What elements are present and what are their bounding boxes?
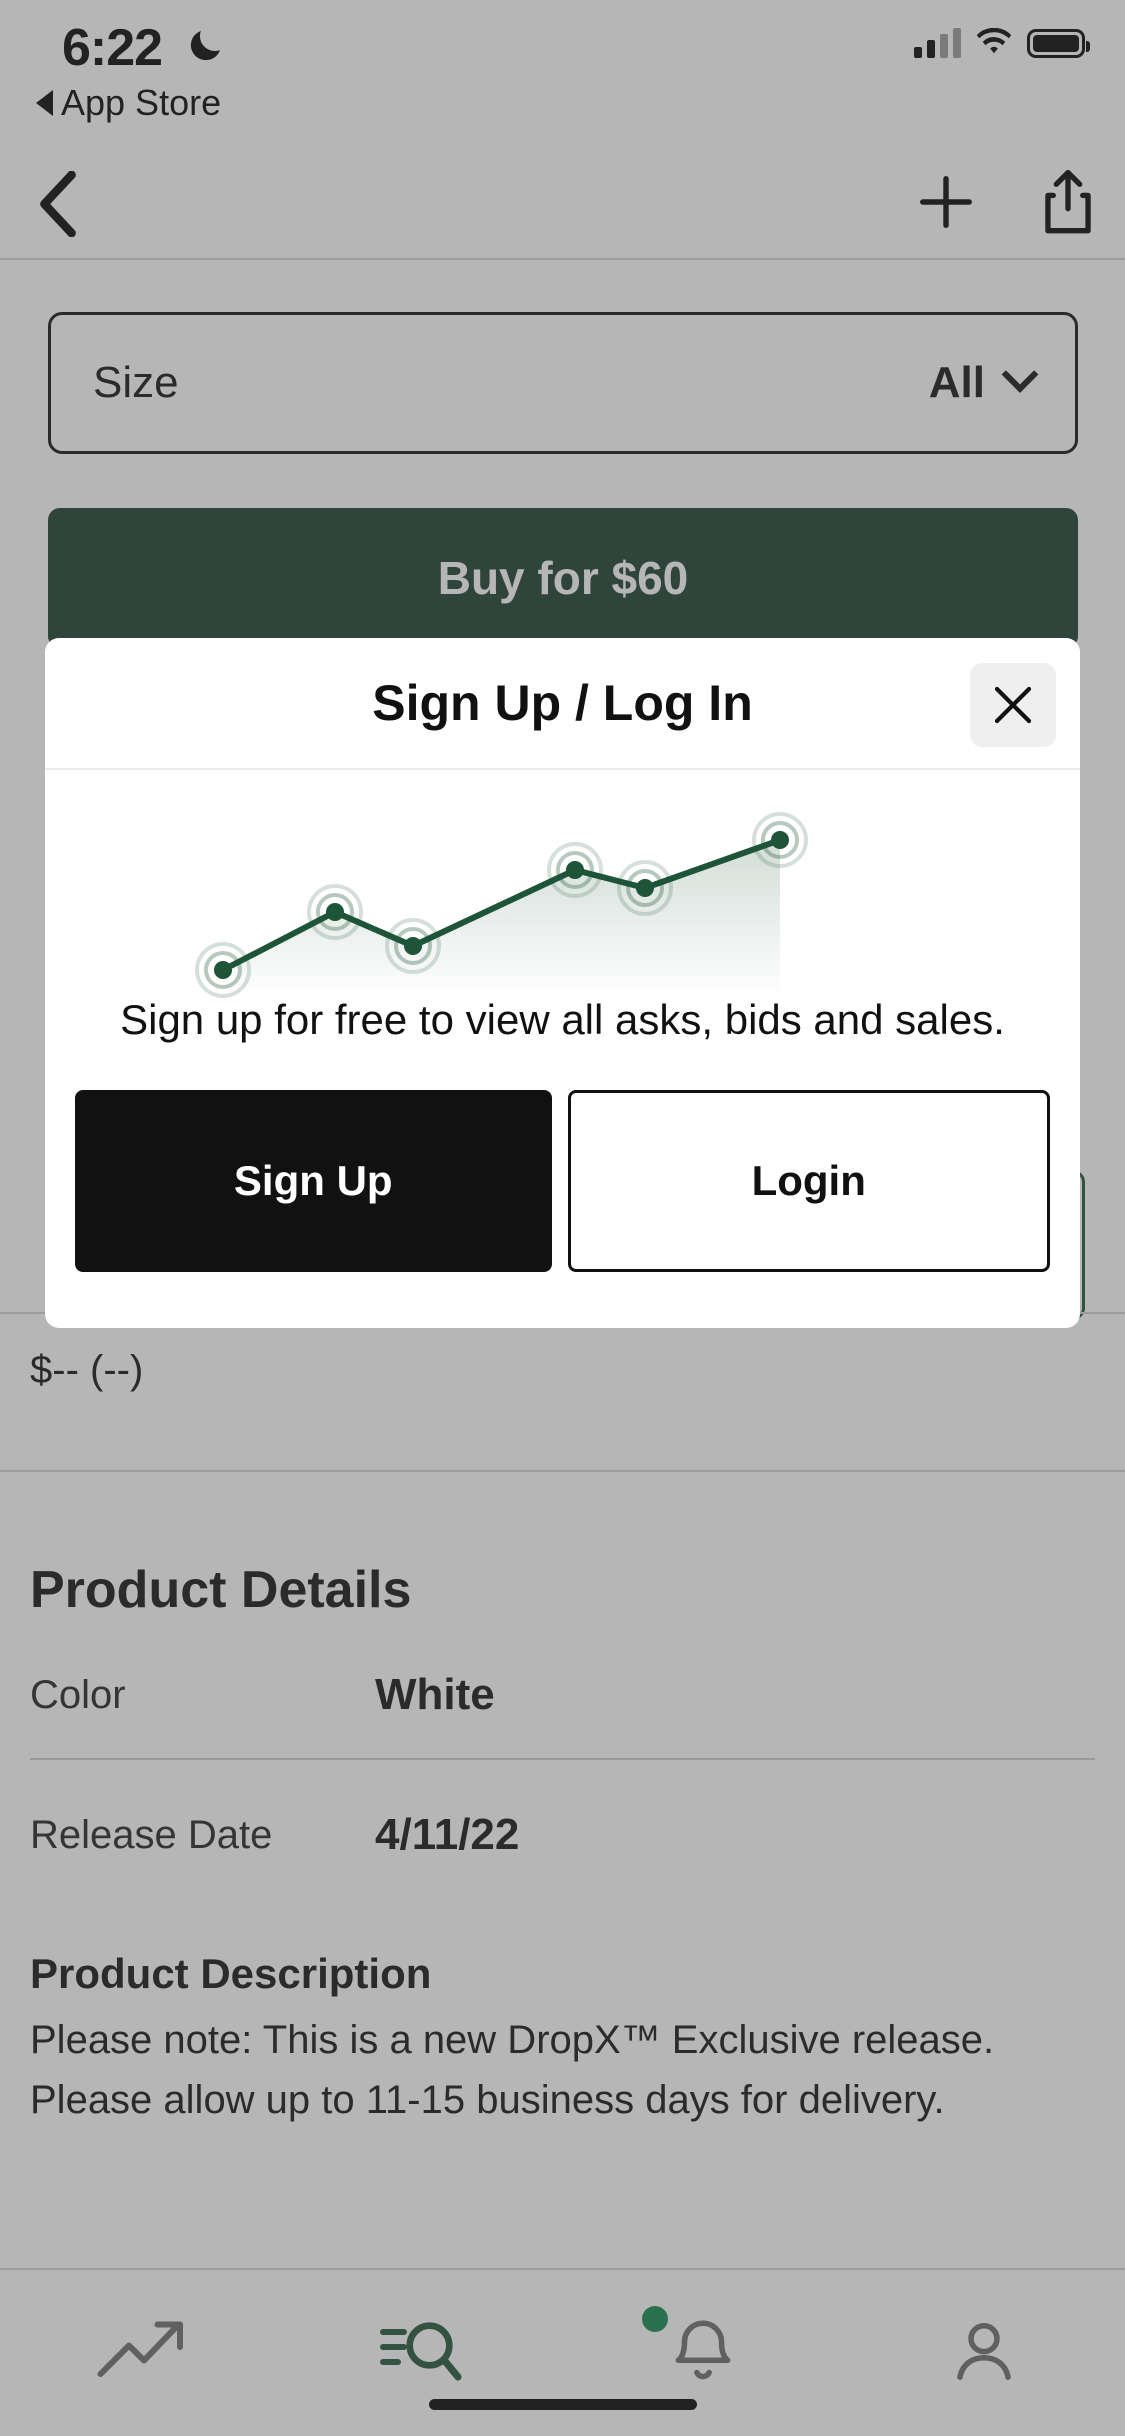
product-detail-row-release-date: Release Date 4/11/22 <box>30 1780 1095 1890</box>
notification-badge <box>641 2306 668 2332</box>
wifi-icon <box>976 28 1012 54</box>
detail-value: 4/11/22 <box>375 1810 520 1859</box>
status-indicators <box>914 28 1090 58</box>
modal-title: Sign Up / Log In <box>372 675 753 731</box>
size-value-group: All <box>928 356 1039 408</box>
tab-notifications[interactable] <box>563 2270 844 2436</box>
detail-key: Release Date <box>30 1812 273 1857</box>
back-to-app-store[interactable]: App Store <box>36 82 221 124</box>
back-button[interactable] <box>18 164 98 244</box>
last-sale-price: $-- (--) <box>30 1348 144 1392</box>
modal-header: Sign Up / Log In <box>45 638 1080 770</box>
back-triangle-icon <box>36 90 53 116</box>
cellular-signal-icon <box>914 28 961 58</box>
tab-bar <box>0 2268 1125 2436</box>
chevron-left-icon <box>40 171 76 237</box>
product-description-heading: Product Description <box>30 1950 432 1997</box>
signup-login-modal: Sign Up / Log In Sign up for free to vie… <box>45 638 1080 1328</box>
chart-area-fill <box>223 840 780 998</box>
navigation-bar <box>0 150 1125 258</box>
size-value: All <box>928 358 985 407</box>
tab-trending[interactable] <box>0 2270 281 2436</box>
detail-divider <box>30 1758 1095 1760</box>
status-bar: 6:22 App Store <box>0 0 1125 132</box>
moon-icon <box>190 31 220 61</box>
size-selector[interactable]: Size All <box>48 312 1078 454</box>
detail-key: Color <box>30 1672 126 1717</box>
sign-up-button[interactable]: Sign Up <box>75 1090 552 1272</box>
section-divider-details <box>0 1470 1125 1472</box>
close-button[interactable] <box>970 663 1056 747</box>
buy-button[interactable]: Buy for $60 <box>48 508 1078 648</box>
chevron-down-icon <box>1001 356 1039 393</box>
share-button[interactable] <box>1039 169 1097 240</box>
share-icon <box>1045 169 1091 233</box>
plus-icon <box>920 175 972 228</box>
trending-icon <box>97 2321 183 2377</box>
modal-subtitle: Sign up for free to view all asks, bids … <box>120 996 1005 1043</box>
chart-svg <box>195 812 808 998</box>
navigation-actions <box>915 164 1097 244</box>
product-details-heading: Product Details <box>30 1561 412 1619</box>
product-detail-row-color: Color White <box>30 1640 1095 1750</box>
back-to-app-label: App Store <box>61 82 222 123</box>
status-time: 6:22 <box>62 19 163 77</box>
detail-value: White <box>375 1670 495 1719</box>
home-indicator <box>428 2399 697 2410</box>
modal-actions: Sign Up Login <box>45 1044 1080 1272</box>
price-history-chart <box>45 770 1080 1002</box>
tab-profile[interactable] <box>844 2270 1125 2436</box>
search-icon <box>379 2322 462 2381</box>
battery-icon <box>1027 29 1090 58</box>
size-label: Size <box>93 358 179 407</box>
login-button[interactable]: Login <box>567 1090 1050 1272</box>
nav-divider <box>0 258 1125 260</box>
add-button[interactable] <box>915 171 977 238</box>
bell-icon <box>675 2320 731 2380</box>
product-description-body: Please note: This is a new DropX™ Exclus… <box>30 2018 995 2122</box>
profile-icon <box>957 2322 1012 2380</box>
tab-search[interactable] <box>281 2270 562 2436</box>
close-icon <box>994 686 1032 724</box>
